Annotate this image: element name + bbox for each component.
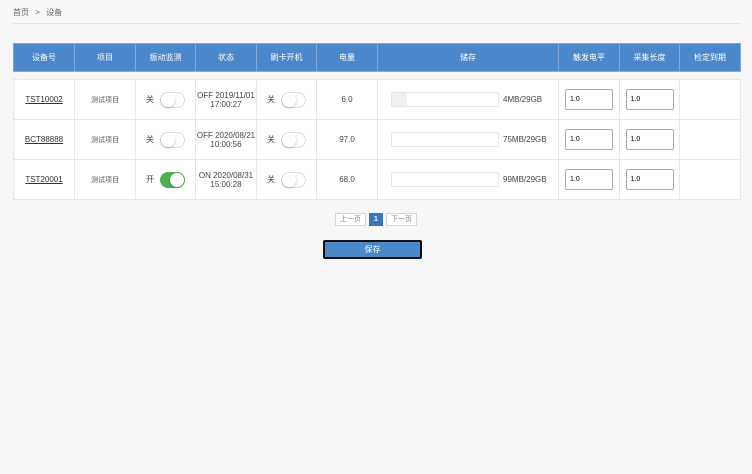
header-trigger-level: 触发电平 [558, 43, 620, 72]
table-header-row: 设备号 项目 振动监测 状态 刷卡开机 电量 储存 触发电平 采集长度 检定到期 [13, 43, 741, 72]
status-line-2: 10:00:56 [210, 139, 242, 149]
header-vibration: 振动监测 [135, 43, 196, 72]
toggle-knob [170, 172, 184, 187]
status-text: ON 2020/08/31 15:00:28 [196, 171, 256, 189]
card-boot-toggle[interactable] [281, 91, 306, 108]
status-line-1: ON 2020/08/31 [198, 170, 254, 180]
next-page-button[interactable]: 下一页 [385, 213, 417, 226]
header-calibration-expiry: 检定到期 [679, 43, 741, 72]
capture-length-input[interactable] [625, 169, 674, 190]
breadcrumb-home[interactable]: 首页 [13, 8, 29, 17]
storage-progress-fill [392, 93, 407, 106]
table-row: TST20001 测试项目 开 ON 2020/08/31 15:00:28 关… [13, 159, 741, 200]
vibration-toggle[interactable] [160, 131, 185, 148]
vibration-toggle[interactable] [160, 91, 185, 108]
header-divider [13, 23, 740, 24]
header-device: 设备号 [13, 43, 75, 72]
breadcrumb-current: 设备 [46, 8, 63, 17]
storage-usage-text: 4MB/29GB [503, 95, 543, 104]
toggle-knob [161, 132, 175, 147]
table-row: TST10002 测试项目 关 OFF 2019/11/01 17:00:27 … [13, 79, 741, 120]
header-status: 状态 [195, 43, 257, 72]
power-value: 68.0 [339, 175, 355, 184]
status-line-1: OFF 2020/08/21 [196, 130, 256, 140]
header-power: 电量 [316, 43, 378, 72]
status-line-2: 15:00:28 [210, 179, 242, 189]
storage-progress-bar [391, 172, 499, 187]
device-id-link[interactable]: TST10002 [25, 95, 62, 104]
power-value: 97.0 [339, 135, 355, 144]
storage-progress-bar [391, 92, 499, 107]
storage-usage-text: 99MB/29GB [503, 175, 547, 184]
device-table: 设备号 项目 振动监测 状态 刷卡开机 电量 储存 触发电平 采集长度 检定到期… [13, 43, 741, 200]
vibration-toggle[interactable] [160, 171, 185, 188]
status-line-1: OFF 2019/11/01 [197, 90, 255, 100]
vibration-toggle-label: 开 [146, 175, 154, 184]
card-boot-toggle[interactable] [281, 131, 306, 148]
vibration-toggle-label: 关 [146, 95, 154, 104]
vibration-toggle-label: 关 [146, 135, 154, 144]
toggle-knob [282, 92, 296, 107]
table-row: BCT88888 测试项目 关 OFF 2020/08/21 10:00:56 … [13, 119, 741, 160]
header-capture-length: 采集长度 [619, 43, 680, 72]
status-line-2: 17:00:27 [210, 99, 242, 109]
toggle-knob [282, 172, 296, 187]
storage-usage-text: 75MB/29GB [503, 135, 547, 144]
card-boot-toggle-label: 关 [267, 95, 275, 104]
capture-length-input[interactable] [625, 89, 674, 110]
header-project: 项目 [74, 43, 136, 72]
trigger-level-input[interactable] [565, 129, 613, 150]
header-storage: 储存 [377, 43, 559, 72]
prev-page-button[interactable]: 上一页 [335, 213, 367, 226]
project-name: 测试项目 [91, 176, 119, 184]
header-card-boot: 刷卡开机 [256, 43, 317, 72]
card-boot-toggle[interactable] [281, 171, 306, 188]
trigger-level-input[interactable] [565, 89, 613, 110]
page-1-button[interactable]: 1 [369, 213, 383, 226]
status-text: OFF 2020/08/21 10:00:56 [196, 131, 256, 149]
card-boot-toggle-label: 关 [267, 135, 275, 144]
device-id-link[interactable]: TST20001 [25, 175, 62, 184]
pagination: 上一页 1 下一页 [0, 213, 752, 226]
device-id-link[interactable]: BCT88888 [25, 135, 63, 144]
project-name: 测试项目 [91, 136, 119, 144]
storage-progress-bar [391, 132, 499, 147]
status-text: OFF 2019/11/01 17:00:27 [196, 91, 256, 109]
toggle-knob [161, 92, 175, 107]
breadcrumb-separator: > [35, 8, 40, 17]
capture-length-input[interactable] [625, 129, 674, 150]
project-name: 测试项目 [91, 96, 119, 104]
device-table-container: 设备号 项目 振动监测 状态 刷卡开机 电量 储存 触发电平 采集长度 检定到期… [13, 43, 741, 200]
card-boot-toggle-label: 关 [267, 175, 275, 184]
breadcrumb: 首页 > 设备 [13, 7, 62, 18]
save-button[interactable]: 保存 [323, 240, 422, 259]
trigger-level-input[interactable] [565, 169, 613, 190]
toggle-knob [282, 132, 296, 147]
power-value: 6.0 [341, 95, 353, 104]
